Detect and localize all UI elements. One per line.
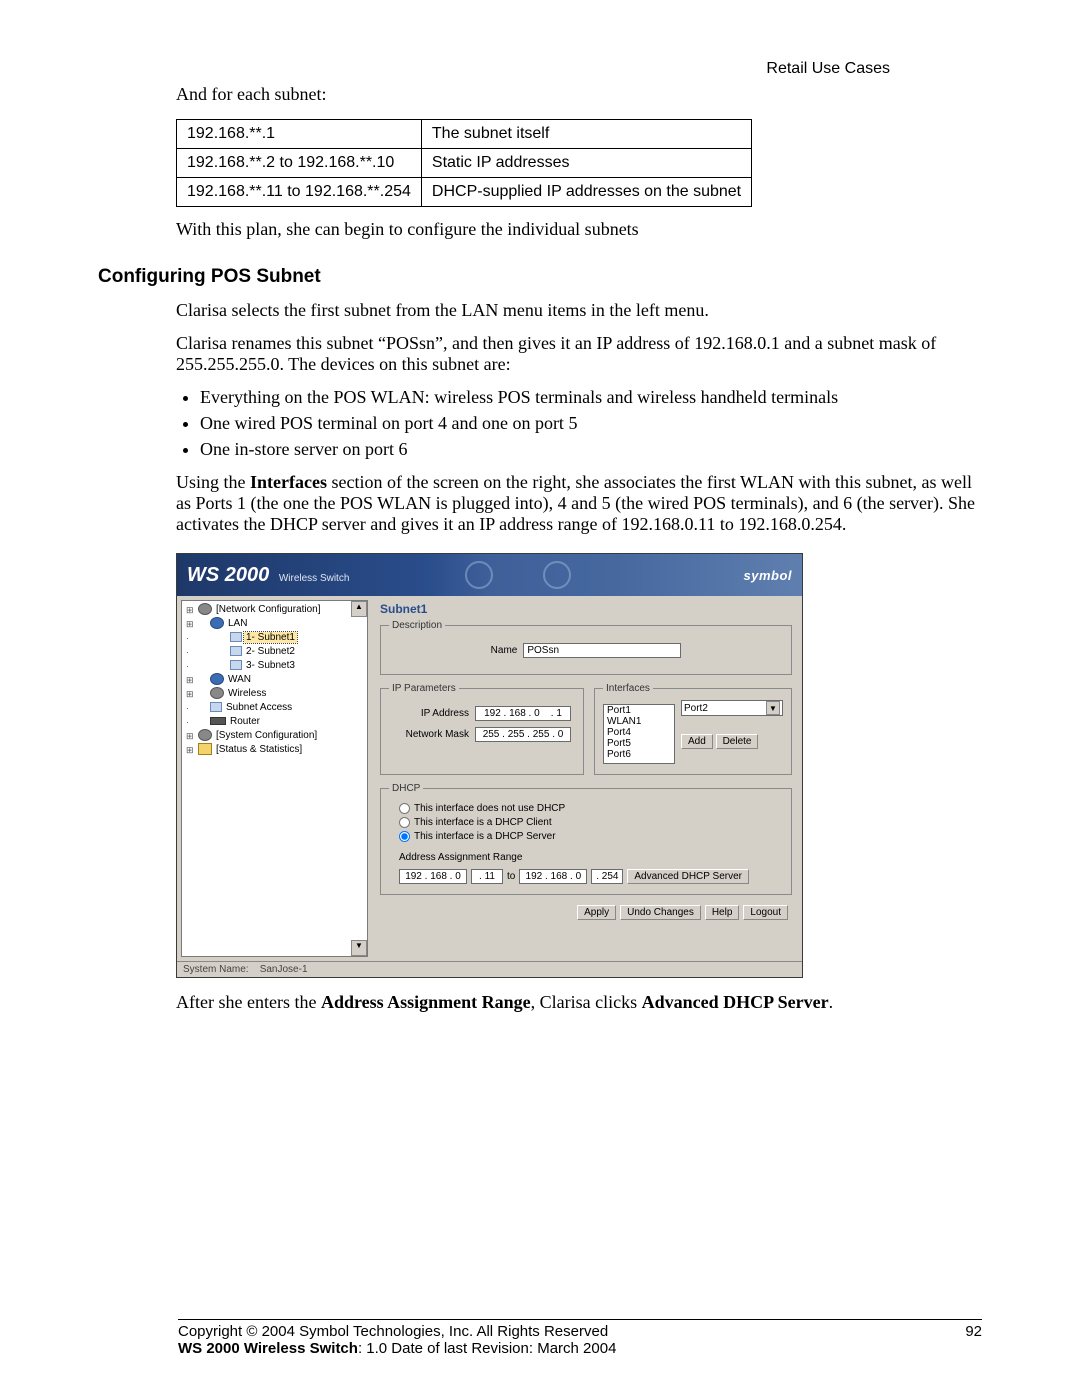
app-banner: WS 2000 Wireless Switch symbol — [177, 554, 802, 596]
cell-desc: DHCP-supplied IP addresses on the subnet — [421, 178, 751, 207]
description-group: Description Name — [380, 620, 792, 675]
list-item[interactable]: WLAN1 — [604, 716, 674, 727]
ip-params-group: IP Parameters IP Address Network Mask — [380, 683, 584, 775]
tree-item-router[interactable]: Router — [186, 715, 367, 729]
dhcp-option-none[interactable]: This interface does not use DHCP — [399, 803, 783, 814]
tree-item-subnet1[interactable]: 1- Subnet1 — [186, 631, 367, 645]
radio-none[interactable] — [399, 803, 410, 814]
cell-addr: 192.168.**.1 — [177, 120, 422, 149]
page-number: 92 — [965, 1323, 982, 1340]
subnet-icon — [230, 660, 242, 670]
cell-addr: 192.168.**.11 to 192.168.**.254 — [177, 178, 422, 207]
table-row: 192.168.**.1 The subnet itself — [177, 120, 752, 149]
interface-dropdown[interactable]: Port2 ▼ — [681, 700, 783, 716]
app-logo: WS 2000 Wireless Switch — [187, 564, 349, 587]
panel-footer-buttons: Apply Undo Changes Help Logout — [380, 899, 792, 924]
list-item[interactable]: Port5 — [604, 738, 674, 749]
tree-item-lan[interactable]: LAN — [186, 617, 367, 631]
cell-desc: The subnet itself — [421, 120, 751, 149]
tree-item-network-config[interactable]: [Network Configuration] — [186, 603, 367, 617]
description-legend: Description — [389, 620, 445, 631]
wireless-icon — [210, 687, 224, 699]
range-to-last-input[interactable] — [591, 869, 623, 884]
ws2000-screenshot: WS 2000 Wireless Switch symbol ▲ [Networ… — [176, 553, 803, 978]
radio-server[interactable] — [399, 831, 410, 842]
plan-line: With this plan, she can begin to configu… — [176, 219, 982, 240]
main-panel: Subnet1 Description Name IP Parameters I — [372, 596, 802, 961]
list-item[interactable]: Port6 — [604, 749, 674, 760]
page-header-section: Retail Use Cases — [766, 60, 890, 78]
router-icon — [210, 717, 226, 725]
globe-icon — [210, 673, 224, 685]
netmask-input[interactable] — [475, 727, 571, 742]
advanced-dhcp-button[interactable]: Advanced DHCP Server — [627, 869, 749, 884]
address-range-label: Address Assignment Range — [399, 852, 783, 863]
delete-interface-button[interactable]: Delete — [716, 734, 759, 749]
tree-item-status[interactable]: [Status & Statistics] — [186, 743, 367, 757]
interfaces-legend: Interfaces — [603, 683, 653, 694]
globe-icon — [210, 617, 224, 629]
paragraph: Clarisa selects the first subnet from th… — [176, 300, 982, 321]
list-item[interactable]: Port4 — [604, 727, 674, 738]
tree-item-subnet3[interactable]: 3- Subnet3 — [186, 659, 367, 673]
name-label: Name — [491, 645, 518, 656]
nav-tree[interactable]: ▲ [Network Configuration] LAN 1- Subnet1… — [181, 600, 368, 957]
page-footer: Copyright © 2004 Symbol Technologies, In… — [178, 1319, 982, 1357]
scroll-down-icon[interactable]: ▼ — [351, 940, 367, 956]
list-item: Everything on the POS WLAN: wireless POS… — [200, 387, 982, 408]
paragraph: Using the Interfaces section of the scre… — [176, 472, 982, 535]
to-label: to — [507, 871, 515, 882]
list-item: One wired POS terminal on port 4 and one… — [200, 413, 982, 434]
interfaces-list[interactable]: Port1 WLAN1 Port4 Port5 Port6 — [603, 704, 675, 764]
range-from-last-input[interactable] — [471, 869, 503, 884]
gear-icon — [198, 729, 212, 741]
ip-params-legend: IP Parameters — [389, 683, 459, 694]
cell-addr: 192.168.**.2 to 192.168.**.10 — [177, 149, 422, 178]
device-bullets: Everything on the POS WLAN: wireless POS… — [176, 387, 982, 460]
tree-item-wan[interactable]: WAN — [186, 673, 367, 687]
panel-title: Subnet1 — [380, 602, 792, 616]
cell-desc: Static IP addresses — [421, 149, 751, 178]
dhcp-group: DHCP This interface does not use DHCP Th… — [380, 783, 792, 895]
table-row: 192.168.**.2 to 192.168.**.10 Static IP … — [177, 149, 752, 178]
status-bar: System Name: SanJose-1 — [177, 961, 802, 977]
undo-button[interactable]: Undo Changes — [620, 905, 701, 920]
ip-address-input[interactable] — [475, 706, 571, 721]
netmask-label: Network Mask — [389, 729, 469, 740]
apply-button[interactable]: Apply — [577, 905, 616, 920]
name-input[interactable] — [523, 643, 681, 658]
subnet-icon — [230, 646, 242, 656]
list-item: One in-store server on port 6 — [200, 439, 982, 460]
wave-icon — [465, 561, 571, 589]
list-item[interactable]: Port1 — [604, 705, 674, 716]
dhcp-option-client[interactable]: This interface is a DHCP Client — [399, 817, 783, 828]
subnet-icon — [230, 632, 242, 642]
add-interface-button[interactable]: Add — [681, 734, 713, 749]
folder-icon — [198, 743, 212, 755]
intro-line: And for each subnet: — [176, 84, 982, 105]
post-paragraph: After she enters the Address Assignment … — [176, 992, 982, 1013]
table-row: 192.168.**.11 to 192.168.**.254 DHCP-sup… — [177, 178, 752, 207]
help-button[interactable]: Help — [705, 905, 740, 920]
chevron-down-icon: ▼ — [766, 701, 780, 715]
ip-address-label: IP Address — [389, 708, 469, 719]
tree-item-system-config[interactable]: [System Configuration] — [186, 729, 367, 743]
ip-plan-table: 192.168.**.1 The subnet itself 192.168.*… — [176, 119, 752, 207]
paragraph: Clarisa renames this subnet “POSsn”, and… — [176, 333, 982, 375]
interfaces-group: Interfaces Port1 WLAN1 Port4 Port5 Port6 — [594, 683, 792, 775]
tree-item-wireless[interactable]: Wireless — [186, 687, 367, 701]
dhcp-legend: DHCP — [389, 783, 423, 794]
logout-button[interactable]: Logout — [743, 905, 788, 920]
tree-item-subnet-access[interactable]: Subnet Access — [186, 701, 367, 715]
radio-client[interactable] — [399, 817, 410, 828]
brand-label: symbol — [743, 568, 792, 583]
copyright-text: Copyright © 2004 Symbol Technologies, In… — [178, 1323, 608, 1340]
gear-icon — [198, 603, 212, 615]
subnet-icon — [210, 702, 222, 712]
section-heading: Configuring POS Subnet — [98, 266, 982, 288]
tree-item-subnet2[interactable]: 2- Subnet2 — [186, 645, 367, 659]
dhcp-option-server[interactable]: This interface is a DHCP Server — [399, 831, 783, 842]
range-from-octets-input[interactable] — [399, 869, 467, 884]
range-to-octets-input[interactable] — [519, 869, 587, 884]
